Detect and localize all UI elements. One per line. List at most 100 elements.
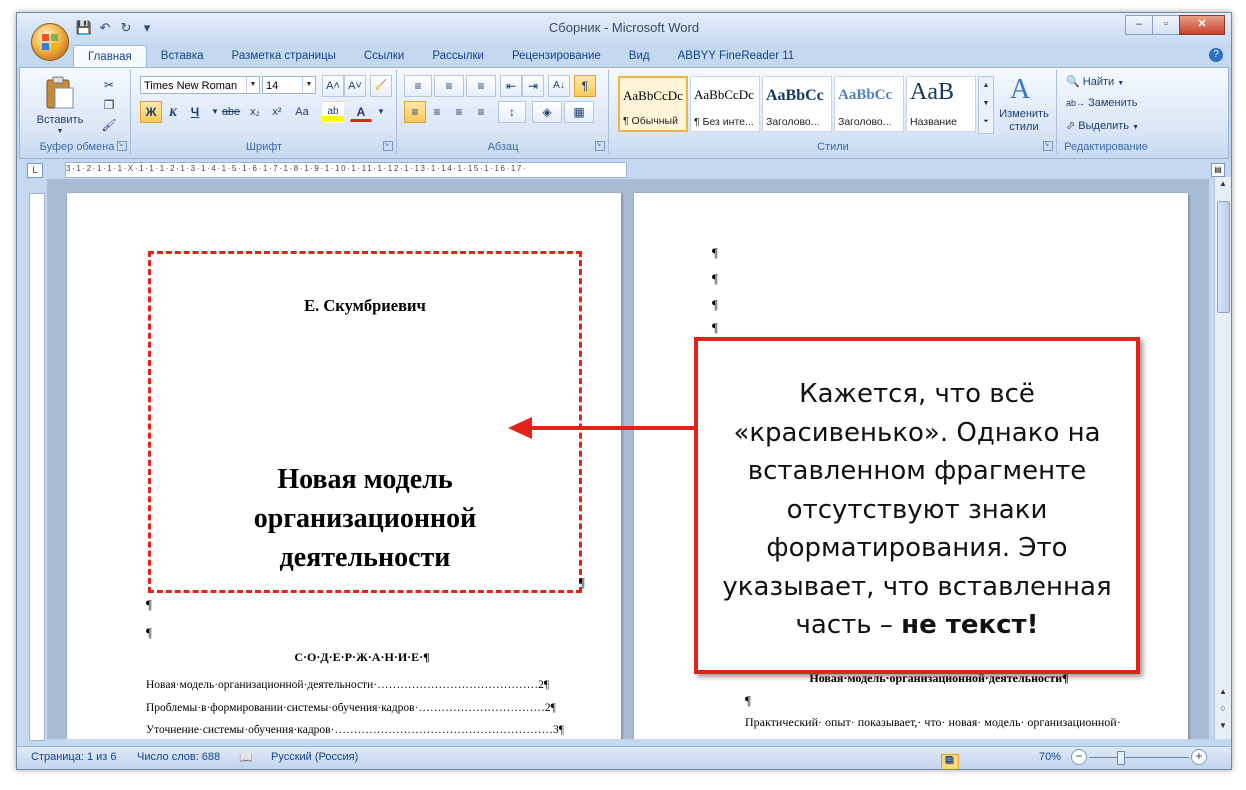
toc-entry[interactable]: Новая·модель·организационной·деятельност…	[146, 679, 549, 691]
format-painter-icon[interactable]: 🖌	[98, 114, 120, 136]
status-language[interactable]: Русский (Россия)	[271, 751, 358, 763]
zoom-in-icon[interactable]: +	[1191, 749, 1207, 765]
show-formatting-icon[interactable]: ¶	[574, 75, 596, 97]
zoom-level[interactable]: 70%	[1039, 751, 1061, 763]
style-heading-1[interactable]: AaBbCc Заголово...	[762, 76, 832, 132]
styles-scroll[interactable]: ▲ ▼ ⏷	[978, 76, 994, 134]
paragraph-group: ≡ ≡ ≡ ⇤ ⇥ A↓ ¶ ≡ ≡ ≡ ≡ ↕ ◈ ▦ Абзац ↘	[398, 70, 609, 154]
ribbon: Вставить ▼ ✂ ❐ 🖌 Буфер обмена ↘ Times Ne…	[19, 67, 1229, 159]
styles-launcher-icon[interactable]: ↘	[1043, 141, 1053, 151]
style-heading-2[interactable]: AaBbCc Заголово...	[834, 76, 904, 132]
vertical-ruler[interactable]	[29, 193, 45, 741]
find-button[interactable]: 🔍 Найти ▼	[1066, 75, 1124, 88]
tab-home[interactable]: Главная	[73, 45, 147, 67]
grow-font-button[interactable]: A˄	[322, 75, 344, 97]
paste-button[interactable]: Вставить ▼	[32, 74, 88, 136]
draft-icon[interactable]: ▤	[941, 754, 957, 768]
multilevel-list-icon[interactable]: ≡	[466, 75, 496, 97]
numbering-icon[interactable]: ≡	[434, 75, 464, 97]
style-name: Заголово...	[838, 116, 892, 128]
view-ruler-icon[interactable]: ▤	[1211, 163, 1225, 177]
paste-label: Вставить	[36, 114, 84, 126]
minimize-button[interactable]: –	[1125, 15, 1153, 35]
highlight-icon[interactable]: ab	[322, 101, 344, 123]
scroll-up-icon[interactable]: ▲	[1215, 179, 1231, 188]
paragraph-launcher-icon[interactable]: ↘	[595, 141, 605, 151]
change-styles-button[interactable]: A Изменить стили	[996, 74, 1052, 138]
close-button[interactable]: ✕	[1179, 15, 1225, 35]
style-sample: AaB	[910, 79, 954, 105]
tab-insert[interactable]: Вставка	[147, 45, 218, 67]
align-left-icon[interactable]: ≡	[404, 101, 426, 123]
subscript-button[interactable]: x₂	[244, 101, 266, 123]
style-no-spacing[interactable]: AaBbCcDc ¶ Без инте...	[690, 76, 760, 132]
toc-entry[interactable]: Проблемы·в·формировании·системы·обучения…	[146, 702, 556, 714]
vertical-scrollbar[interactable]: ▲ ▲ ○ ▼	[1214, 177, 1231, 739]
window-title: Сборник - Microsoft Word	[548, 20, 700, 35]
superscript-button[interactable]: x²	[266, 101, 288, 123]
italic-button[interactable]: К	[162, 101, 184, 123]
change-case-button[interactable]: Aa	[288, 101, 316, 123]
chevron-down-icon[interactable]: ▼	[302, 77, 315, 93]
editing-group: 🔍 Найти ▼ ab→ Заменить ⬀ Выделить ▼ Реда…	[1058, 70, 1154, 154]
tab-references[interactable]: Ссылки	[350, 45, 419, 67]
tab-view[interactable]: Вид	[615, 45, 664, 67]
maximize-button[interactable]: ▫	[1152, 15, 1180, 35]
next-page-icon[interactable]: ▼	[1215, 721, 1231, 730]
font-size-combo[interactable]: 14 ▼	[262, 76, 316, 94]
strikethrough-button[interactable]: abe	[220, 101, 242, 123]
tab-abbyy[interactable]: ABBYY FineReader 11	[664, 45, 809, 67]
status-page[interactable]: Страница: 1 из 6	[31, 751, 117, 763]
font-color-button[interactable]: A	[350, 101, 372, 122]
borders-icon[interactable]: ▦	[564, 101, 594, 123]
zoom-slider-thumb[interactable]	[1117, 751, 1125, 765]
select-button[interactable]: ⬀ Выделить ▼	[1066, 119, 1139, 132]
zoom-out-icon[interactable]: −	[1071, 749, 1087, 765]
annotation-callout: Кажется, что всё «красивенько». Однако н…	[694, 337, 1140, 674]
zoom-slider-track[interactable]	[1089, 757, 1189, 758]
prev-page-icon[interactable]: ▲	[1215, 687, 1231, 696]
chevron-down-icon[interactable]: ▼	[370, 101, 392, 123]
font-launcher-icon[interactable]: ↘	[383, 141, 393, 151]
clear-format-button[interactable]: 🧹	[370, 75, 392, 97]
style-name: Название	[910, 116, 957, 128]
toc-entry[interactable]: Уточнение·системы·обучения·кадров·…………………	[146, 724, 564, 736]
tab-selector[interactable]: L	[27, 163, 43, 178]
author-name: Е. Скумбриевич	[304, 296, 426, 315]
bullets-icon[interactable]: ≡	[404, 75, 432, 97]
underline-button[interactable]: Ч	[184, 101, 206, 123]
spellcheck-icon[interactable]: 📖	[239, 751, 253, 764]
contents-heading: С·О·Д·Е·Р·Ж·А·Н·И·Е·¶	[294, 650, 430, 664]
justify-icon[interactable]: ≡	[470, 101, 492, 123]
office-button[interactable]	[31, 23, 69, 61]
bold-button[interactable]: Ж	[140, 101, 162, 123]
tab-mailings[interactable]: Рассылки	[418, 45, 498, 67]
increase-indent-icon[interactable]: ⇥	[522, 75, 544, 97]
tab-review[interactable]: Рецензирование	[498, 45, 615, 67]
tab-page-layout[interactable]: Разметка страницы	[218, 45, 350, 67]
style-name: ¶ Обычный	[623, 115, 678, 127]
replace-button[interactable]: ab→ Заменить	[1066, 97, 1138, 109]
align-center-icon[interactable]: ≡	[426, 101, 448, 123]
help-icon[interactable]: ?	[1209, 48, 1223, 62]
shrink-font-button[interactable]: A˅	[344, 75, 366, 97]
cut-icon[interactable]: ✂	[98, 74, 120, 96]
browse-object-icon[interactable]: ○	[1215, 703, 1231, 713]
chevron-down-icon[interactable]: ▼	[246, 77, 259, 93]
style-normal[interactable]: AaBbCcDc ¶ Обычный	[618, 76, 688, 132]
sort-icon[interactable]: A↓	[548, 75, 570, 97]
scroll-thumb[interactable]	[1217, 201, 1230, 313]
shading-icon[interactable]: ◈	[532, 101, 562, 123]
font-name-combo[interactable]: Times New Roman ▼	[140, 76, 260, 94]
pilcrow: ¶	[579, 575, 585, 590]
style-title[interactable]: AaB Название	[906, 76, 976, 132]
copy-icon[interactable]: ❐	[98, 94, 120, 116]
document-title: Новая модель организационной деятельност…	[151, 460, 579, 577]
align-right-icon[interactable]: ≡	[448, 101, 470, 123]
decrease-indent-icon[interactable]: ⇤	[500, 75, 522, 97]
paste-dropdown-icon[interactable]: ▼	[32, 128, 88, 135]
line-spacing-icon[interactable]: ↕	[498, 101, 526, 123]
status-word-count[interactable]: Число слов: 688	[137, 751, 220, 763]
clipboard-launcher-icon[interactable]: ↘	[117, 141, 127, 151]
horizontal-ruler[interactable]: 3·1·2·1·1·1·X·1·1·1·2·1·3·1·4·1·5·1·6·1·…	[65, 162, 627, 178]
